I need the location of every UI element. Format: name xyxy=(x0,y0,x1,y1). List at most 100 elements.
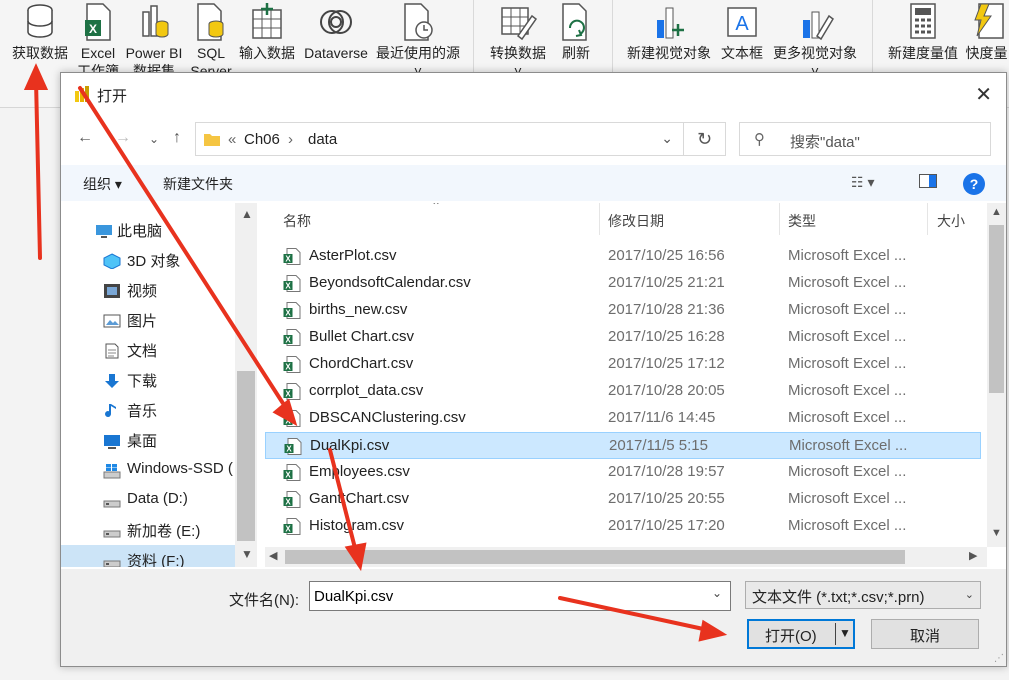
svg-text:X: X xyxy=(285,309,291,318)
more-visuals-button[interactable]: 更多视觉对象 ˅ xyxy=(768,0,862,80)
excel-workbook-button[interactable]: X Excel 工作簿 xyxy=(76,0,120,80)
split-divider xyxy=(835,623,836,645)
tree-item-videos[interactable]: 视频 xyxy=(61,275,257,305)
scroll-up-icon[interactable]: ▲ xyxy=(991,206,1002,218)
file-list-horizontal-scrollbar[interactable]: ◀ ▶ xyxy=(265,547,987,567)
file-type: Microsoft Excel ... xyxy=(788,247,907,264)
scroll-thumb[interactable] xyxy=(285,550,905,564)
file-modified: 2017/10/25 20:55 xyxy=(608,490,725,507)
get-data-button[interactable]: 获取数据 xyxy=(4,0,76,80)
quick-measure-button[interactable]: 快度量 xyxy=(964,0,1009,80)
dataverse-button[interactable]: Dataverse xyxy=(302,0,370,80)
address-bar[interactable]: « Ch06 › data ⌄ xyxy=(195,122,684,156)
column-header-size[interactable]: 大小 xyxy=(937,211,965,231)
open-button[interactable]: 打开(O) ▼ xyxy=(747,619,855,649)
file-modified: 2017/10/28 19:57 xyxy=(608,463,725,480)
cancel-button[interactable]: 取消 xyxy=(871,619,979,649)
address-dropdown-icon[interactable]: ⌄ xyxy=(661,130,673,147)
recent-locations-chevron-icon[interactable]: ⌄ xyxy=(149,132,159,146)
scroll-thumb[interactable] xyxy=(989,225,1004,393)
up-arrow-icon[interactable]: ↑ xyxy=(173,129,181,147)
powerbi-label: Power BI xyxy=(125,45,183,61)
file-row[interactable]: X GanttChart.csv 2017/10/25 20:55 Microsoft… xyxy=(265,486,981,513)
refresh-address-button[interactable]: ↻ xyxy=(684,122,726,156)
column-divider[interactable] xyxy=(779,203,780,235)
open-dropdown-icon[interactable]: ▼ xyxy=(839,626,851,640)
textbox-button[interactable]: A 文本框 xyxy=(718,0,766,80)
view-options-icon[interactable]: ☷ ▾ xyxy=(851,174,874,191)
close-icon[interactable]: ✕ xyxy=(975,82,992,107)
recent-sources-button[interactable]: 最近使用的源 ˅ xyxy=(372,0,464,80)
new-measure-button[interactable]: 新建度量值 xyxy=(884,0,962,80)
powerbi-dataset-button[interactable]: Power BI 数据集 xyxy=(124,0,184,80)
tree-item-documents[interactable]: 文档 xyxy=(61,335,257,365)
sql-server-button[interactable]: SQL Server xyxy=(190,0,232,80)
tree-item-music[interactable]: 音乐 xyxy=(61,395,257,425)
tree-item-downloads[interactable]: 下载 xyxy=(61,365,257,395)
file-row[interactable]: X BeyondsoftCalendar.csv 2017/10/25 21:21 M… xyxy=(265,270,981,297)
scroll-down-icon[interactable]: ▼ xyxy=(991,527,1002,539)
scroll-right-icon[interactable]: ▶ xyxy=(969,549,977,562)
filename-dropdown-icon[interactable]: ⌄ xyxy=(712,586,722,600)
scroll-down-icon[interactable]: ▼ xyxy=(241,547,253,561)
tree-item-windows-ssd[interactable]: Windows-SSD ( xyxy=(61,455,257,485)
tree-item-drive-e[interactable]: 新加卷 (E:) xyxy=(61,515,257,545)
new-visual-button[interactable]: 新建视觉对象 xyxy=(622,0,716,80)
file-row[interactable]: X Bullet Chart.csv 2017/10/25 16:28 Microso… xyxy=(265,324,981,351)
dialog-toolbar: 组织 ▾ 新建文件夹 ☷ ▾ ? xyxy=(61,165,1006,201)
scroll-up-icon[interactable]: ▲ xyxy=(241,207,253,221)
search-input[interactable]: ⚲ 搜索"data" xyxy=(739,122,991,156)
file-row[interactable]: X ChordChart.csv 2017/10/25 17:12 Microsoft… xyxy=(265,351,981,378)
filetype-value: 文本文件 (*.txt;*.csv;*.prn) xyxy=(752,589,925,606)
scroll-thumb[interactable] xyxy=(237,371,255,541)
quick-measure-icon xyxy=(973,3,1004,39)
preview-pane-icon[interactable] xyxy=(919,174,937,191)
more-visuals-label: 更多视觉对象 xyxy=(773,45,857,61)
video-icon xyxy=(103,283,121,299)
breadcrumb-ch06[interactable]: Ch06 xyxy=(244,131,280,148)
new-measure-label: 新建度量值 xyxy=(888,45,958,61)
file-row[interactable]: X Employees.csv 2017/10/28 19:57 Microsoft … xyxy=(265,459,981,486)
column-header-type[interactable]: 类型 xyxy=(788,211,816,231)
filename-input[interactable] xyxy=(309,581,731,611)
file-row[interactable]: X Histogram.csv 2017/10/25 17:20 Microsoft … xyxy=(265,513,981,540)
file-row[interactable]: X DualKpi.csv 2017/11/5 5:15 Microsoft Exce… xyxy=(265,432,981,459)
file-modified: 2017/11/5 5:15 xyxy=(609,437,708,454)
tree-item-pictures[interactable]: 图片 xyxy=(61,305,257,335)
csv-file-icon: X xyxy=(283,491,301,508)
enter-data-button[interactable]: 输入数据 xyxy=(236,0,298,80)
tree-item-drive-f[interactable]: 资料 (F:) xyxy=(61,545,257,567)
transform-data-button[interactable]: 转换数据 ˅ xyxy=(486,0,550,80)
tree-item-drive-d[interactable]: Data (D:) xyxy=(61,485,257,515)
tree-item-this-pc[interactable]: 此电脑 xyxy=(61,215,257,245)
column-header-name[interactable]: 名称 xyxy=(283,211,311,231)
filetype-select[interactable]: 文本文件 (*.txt;*.csv;*.prn) ⌄ xyxy=(745,581,981,609)
file-type: Microsoft Excel ... xyxy=(788,463,907,480)
file-row[interactable]: X DBSCANClustering.csv 2017/11/6 14:45 Micr… xyxy=(265,405,981,432)
file-row[interactable]: Xbirths_new.csv 2017/10/28 21:36 Microsoft… xyxy=(265,297,981,324)
tree-item-3d-objects[interactable]: 3D 对象 xyxy=(61,245,257,275)
column-divider[interactable] xyxy=(927,203,928,235)
svg-text:X: X xyxy=(285,255,291,264)
back-arrow-icon[interactable]: ← xyxy=(77,129,93,147)
navigation-scrollbar[interactable]: ▲ ▼ xyxy=(235,203,257,567)
csv-file-icon: X xyxy=(283,356,301,373)
help-icon[interactable]: ? xyxy=(963,173,985,195)
refresh-button[interactable]: 刷新 xyxy=(556,0,596,80)
organize-button[interactable]: 组织 ▾ xyxy=(83,174,122,194)
file-row[interactable]: Xcorrplot_data.csv 2017/10/28 20:05 Micros… xyxy=(265,378,981,405)
file-type: Microsoft Excel ... xyxy=(788,517,907,534)
forward-arrow-icon[interactable]: → xyxy=(115,129,131,147)
file-row[interactable]: X AsterPlot.csv 2017/10/25 16:56 Microsoft … xyxy=(265,243,981,270)
scroll-left-icon[interactable]: ◀ xyxy=(269,549,277,562)
tree-item-label: 桌面 xyxy=(127,433,158,450)
file-name: births_new.csv xyxy=(309,301,408,318)
tree-item-desktop[interactable]: 桌面 xyxy=(61,425,257,455)
column-divider[interactable] xyxy=(599,203,600,235)
breadcrumb-data[interactable]: data xyxy=(308,131,337,148)
column-header-modified[interactable]: 修改日期 xyxy=(608,211,664,231)
new-folder-button[interactable]: 新建文件夹 xyxy=(163,174,233,194)
resize-grip-icon[interactable]: ⋰ xyxy=(994,653,1004,664)
address-overflow[interactable]: « xyxy=(228,131,236,148)
file-list-scrollbar[interactable]: ▲ ▼ xyxy=(987,203,1006,547)
